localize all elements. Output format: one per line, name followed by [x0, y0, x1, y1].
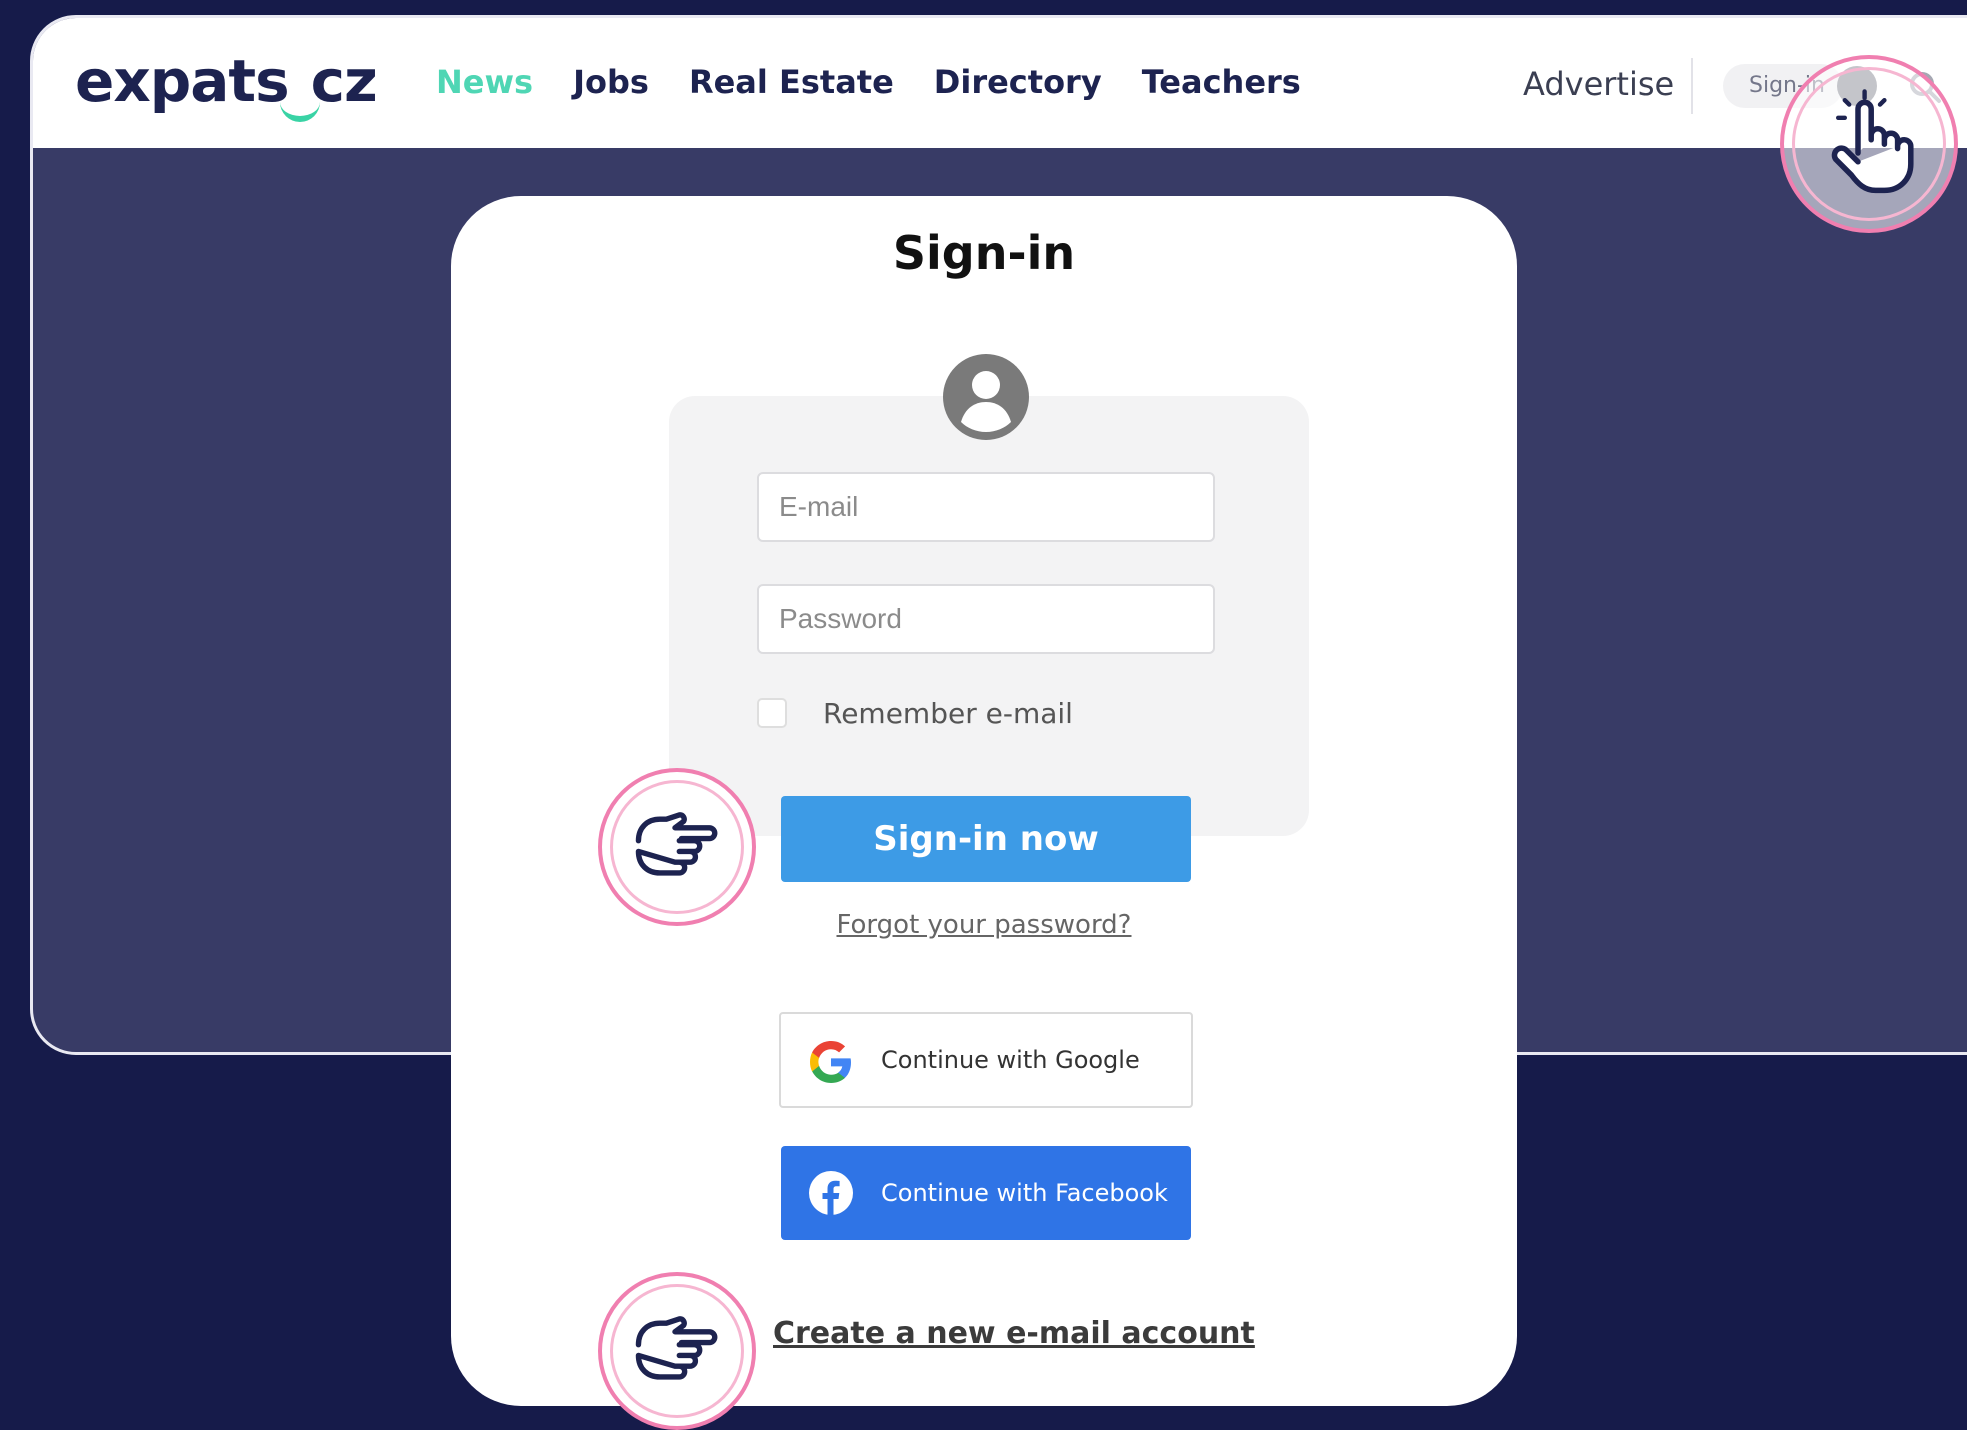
google-button-label: Continue with Google [881, 1046, 1140, 1074]
nav-item-teachers[interactable]: Teachers [1142, 60, 1301, 104]
advertise-link[interactable]: Advertise [1523, 64, 1674, 104]
continue-google-button[interactable]: Continue with Google [779, 1012, 1193, 1108]
email-field[interactable]: E-mail [757, 472, 1215, 542]
remember-label: Remember e-mail [823, 697, 1073, 730]
site-header: expats cz News Jobs Real Estate Directory… [33, 18, 1967, 148]
password-field[interactable]: Password [757, 584, 1215, 654]
remember-checkbox[interactable] [757, 698, 787, 728]
logo-smile-icon [280, 96, 320, 122]
logo-text: expats [75, 47, 290, 115]
facebook-icon [809, 1171, 853, 1215]
pointer-highlight-signin [598, 768, 756, 926]
nav-item-news[interactable]: News [436, 60, 533, 104]
forgot-password-link[interactable]: Forgot your password? [451, 910, 1517, 940]
nav-item-real-estate[interactable]: Real Estate [689, 60, 894, 104]
signin-title: Sign-in [892, 226, 1076, 280]
logo-suffix: cz [310, 47, 378, 115]
signin-card: Sign-in E-mail Password Remember e-mail … [451, 196, 1517, 1406]
pointer-hand-icon [635, 812, 718, 876]
signin-now-button[interactable]: Sign-in now [781, 796, 1191, 882]
main-nav: News Jobs Real Estate Directory Teachers [436, 60, 1341, 104]
click-hand-icon [1831, 89, 1914, 194]
google-icon [810, 1041, 851, 1083]
facebook-button-label: Continue with Facebook [881, 1179, 1168, 1207]
pointer-hand-icon [635, 1316, 718, 1380]
header-divider [1691, 58, 1693, 114]
click-highlight [1780, 55, 1958, 233]
nav-item-jobs[interactable]: Jobs [573, 60, 649, 104]
pointer-highlight-create [598, 1272, 756, 1430]
site-logo[interactable]: expats cz [75, 46, 378, 122]
continue-facebook-button[interactable]: Continue with Facebook [781, 1146, 1191, 1240]
create-account-link[interactable]: Create a new e-mail account [773, 1316, 1255, 1351]
nav-item-directory[interactable]: Directory [934, 60, 1102, 104]
user-avatar-icon [943, 354, 1029, 440]
